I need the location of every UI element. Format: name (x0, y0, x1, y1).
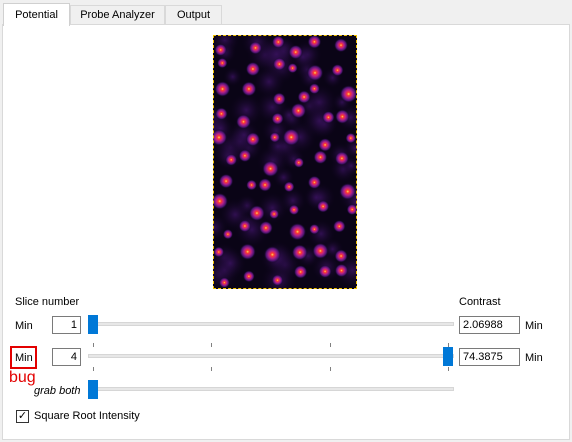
potential-atom-spot (335, 109, 350, 124)
potential-atom-spot (293, 265, 308, 279)
potential-image-canvas (213, 35, 357, 289)
potential-atom-spot (269, 132, 281, 143)
potential-atom-spot (288, 44, 303, 60)
slice-min-field[interactable]: 1 (52, 316, 81, 334)
potential-atom-spot (290, 102, 307, 119)
potential-atom-spot (225, 153, 238, 166)
grab-both-label: grab both (34, 385, 81, 397)
potential-atom-spot (334, 151, 349, 166)
potential-atom-spot (258, 178, 272, 192)
contrast-heading: Contrast (459, 296, 501, 308)
potential-atom-spot (307, 35, 322, 49)
potential-atom-spot (312, 242, 329, 259)
slice-max-track[interactable] (88, 354, 454, 358)
slice-tick (330, 343, 331, 347)
slice-tick (93, 367, 94, 371)
potential-atom-spot (239, 243, 256, 260)
contrast-min-field[interactable]: 2.06988 (459, 316, 520, 334)
grab-both-track[interactable] (88, 387, 454, 391)
potential-atom-spot (293, 157, 304, 168)
potential-atom-spot (313, 150, 328, 165)
potential-atom-spot (215, 107, 228, 121)
potential-atom-spot (272, 57, 286, 71)
potential-atom-spot (333, 220, 346, 233)
potential-atom-spot (272, 92, 286, 106)
potential-atom-spot (322, 111, 335, 124)
potential-atom-spot (334, 249, 348, 263)
potential-atom-spot (307, 175, 322, 190)
potential-atom-spot (283, 181, 295, 193)
potential-atom-spot (241, 81, 257, 97)
potential-atom-spot (331, 64, 344, 77)
potential-atom-spot (222, 229, 233, 240)
potential-atom-spot (297, 90, 311, 104)
contrast-max-label: Min (525, 352, 543, 364)
slice-tick (330, 367, 331, 371)
potential-atom-spot (238, 219, 252, 233)
slice-tick (211, 367, 212, 371)
potential-atom-spot (238, 149, 252, 163)
tab-probe-analyzer-label: Probe Analyzer (80, 9, 155, 21)
potential-atom-spot (318, 264, 332, 278)
potential-atom-spot (339, 85, 357, 103)
contrast-max-field[interactable]: 74.3875 (459, 348, 520, 366)
potential-atom-spot (308, 83, 320, 95)
slice-max-field[interactable]: 4 (52, 348, 81, 366)
tab-output[interactable]: Output (165, 5, 222, 25)
slice-min-track[interactable] (88, 322, 454, 326)
potential-atom-spot (245, 132, 260, 147)
square-root-intensity-label[interactable]: Square Root Intensity (34, 410, 140, 422)
bug-annotation-text: bug (9, 369, 36, 386)
slice-max-slider-thumb[interactable] (443, 347, 453, 366)
tab-probe-analyzer[interactable]: Probe Analyzer (70, 5, 165, 25)
potential-atom-spot (271, 274, 284, 286)
potential-atom-spot (243, 270, 255, 283)
potential-atom-spot (288, 204, 300, 216)
potential-atom-spot (218, 173, 234, 189)
potential-atom-spot (316, 200, 330, 213)
potential-atom-spot (287, 63, 298, 74)
potential-atom-spot (318, 138, 332, 152)
slice-tick (448, 367, 449, 371)
potential-atom-spot (269, 208, 280, 220)
slice-tick (211, 343, 212, 347)
potential-atom-spot (245, 61, 261, 77)
bug-highlight-box (10, 346, 37, 369)
potential-atom-spot (345, 132, 357, 144)
potential-atom-spot (271, 112, 284, 125)
potential-atom-spot (213, 246, 225, 258)
tab-output-label: Output (176, 9, 211, 21)
potential-atom-spot (246, 179, 257, 191)
potential-atom-spot (248, 41, 263, 55)
potential-atom-spot (282, 128, 300, 146)
contrast-min-label: Min (525, 320, 543, 332)
potential-atom-spot (334, 263, 349, 278)
potential-image (213, 35, 357, 289)
slice-min-slider-thumb[interactable] (88, 315, 98, 334)
square-root-intensity-checkbox[interactable]: ✓ (16, 410, 29, 423)
tab-potential[interactable]: Potential (3, 3, 70, 26)
potential-atom-spot (248, 205, 265, 222)
potential-atom-spot (214, 81, 231, 97)
potential-atom-spot (339, 183, 357, 200)
potential-atom-spot (271, 35, 285, 49)
potential-atom-spot (262, 160, 279, 177)
potential-atom-spot (334, 38, 348, 53)
potential-atom-spot (306, 64, 324, 82)
potential-atom-spot (258, 220, 273, 235)
grab-both-slider-thumb[interactable] (88, 380, 98, 399)
potential-atom-spot (236, 114, 251, 130)
potential-atom-spot (214, 43, 227, 57)
potential-atom-spot (288, 222, 307, 241)
potential-atom-spot (217, 57, 228, 69)
slice-number-heading: Slice number (15, 296, 80, 308)
potential-atom-spot (219, 277, 230, 288)
slice-min-label: Min (15, 320, 33, 332)
tab-potential-label: Potential (15, 9, 58, 21)
potential-atom-spot (309, 223, 320, 235)
slice-tick (93, 343, 94, 347)
potential-atom-spot (263, 246, 281, 264)
potential-atom-spot (291, 244, 308, 261)
